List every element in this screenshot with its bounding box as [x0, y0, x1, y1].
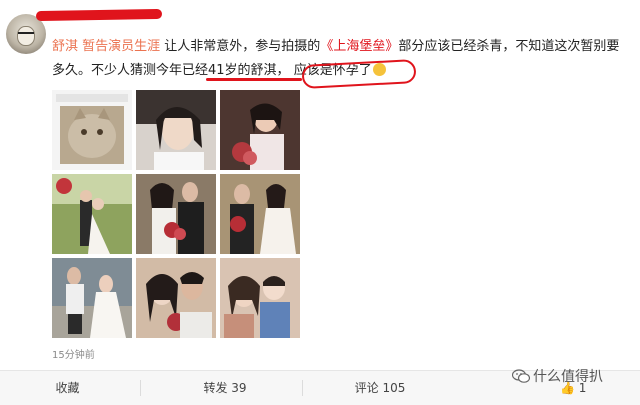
- post-time: 15分钟前: [52, 350, 95, 361]
- red-circle-annotation: [301, 59, 417, 89]
- red-underline-annotation: [206, 78, 302, 81]
- image-bride-bouquet[interactable]: [220, 90, 300, 170]
- favorite-button[interactable]: 收藏: [0, 371, 135, 405]
- image-cat-photo[interactable]: [52, 90, 132, 170]
- cat-photo-art: [52, 90, 132, 170]
- couple-roses-2-art: [220, 174, 300, 254]
- action-separator: [140, 380, 141, 396]
- portrait-smile-art: [136, 90, 216, 170]
- image-couple-beach[interactable]: [52, 258, 132, 338]
- image-couple-roses-1[interactable]: [136, 174, 216, 254]
- image-couple-roses-2[interactable]: [220, 174, 300, 254]
- image-wedding-park[interactable]: [52, 174, 132, 254]
- couple-selfie-art: [136, 258, 216, 338]
- couple-beach-art: [52, 258, 132, 338]
- watermark: 什么值得扒: [512, 366, 603, 388]
- image-portrait-smile[interactable]: [136, 90, 216, 170]
- avatar-glasses: [18, 32, 34, 37]
- image-woman-child[interactable]: [220, 258, 300, 338]
- weibo-post: 舒淇 暂告演员生涯 让人非常意外，参与拍摄的《上海堡垒》部分应该已经杀青，不知道…: [0, 0, 640, 405]
- action-separator: [302, 380, 303, 396]
- watermark-text: 什么值得扒: [533, 369, 603, 385]
- comment-button[interactable]: 评论 105: [305, 371, 455, 405]
- image-grid: [52, 90, 300, 338]
- post-text-part1: 让人非常意外，参与拍摄的: [160, 39, 321, 54]
- movie-title: 《上海堡垒》: [320, 39, 399, 54]
- post-topic-link[interactable]: 暂告演员生涯: [82, 39, 160, 54]
- post-user-name[interactable]: 舒淇: [52, 39, 78, 54]
- repost-button[interactable]: 转发 39: [150, 371, 300, 405]
- bride-bouquet-art: [220, 90, 300, 170]
- wechat-icon: [512, 369, 530, 383]
- woman-child-art: [220, 258, 300, 338]
- redacted-username-bar: [35, 8, 163, 22]
- couple-roses-1-art: [136, 174, 216, 254]
- image-couple-selfie[interactable]: [136, 258, 216, 338]
- wedding-park-art: [52, 174, 132, 254]
